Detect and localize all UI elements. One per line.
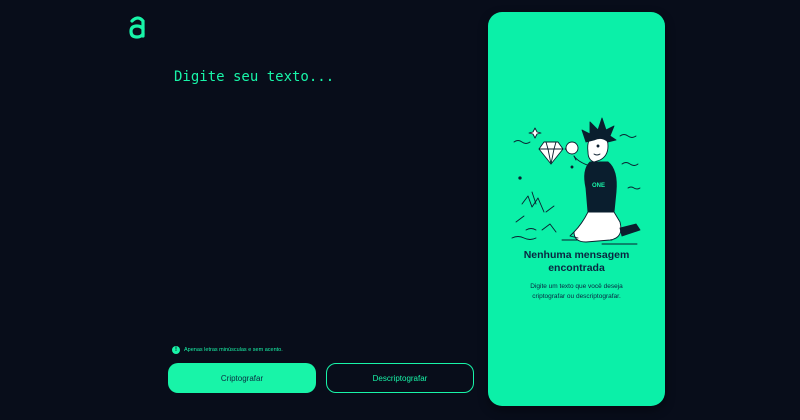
diamond-icon — [538, 141, 564, 165]
input-hint: ! Apenas letras minúsculas e sem acento. — [172, 346, 283, 354]
empty-state-description: Digite um texto que você deseja criptogr… — [530, 283, 623, 300]
empty-state-illustration: ONE — [511, 117, 641, 245]
shirt-badge-text: ONE — [592, 183, 605, 189]
app-logo — [129, 16, 145, 39]
encrypt-button[interactable]: Criptografar — [168, 363, 316, 393]
decrypt-button[interactable]: Descriptografar — [326, 363, 474, 393]
info-icon: ! — [172, 346, 180, 354]
input-hint-text: Apenas letras minúsculas e sem acento. — [184, 347, 283, 353]
empty-state-title: Nenhuma mensagem encontrada — [523, 249, 630, 274]
message-input[interactable] — [174, 66, 464, 326]
output-panel: ONE Nenhuma mensagem encontrada Digite u… — [488, 12, 665, 406]
